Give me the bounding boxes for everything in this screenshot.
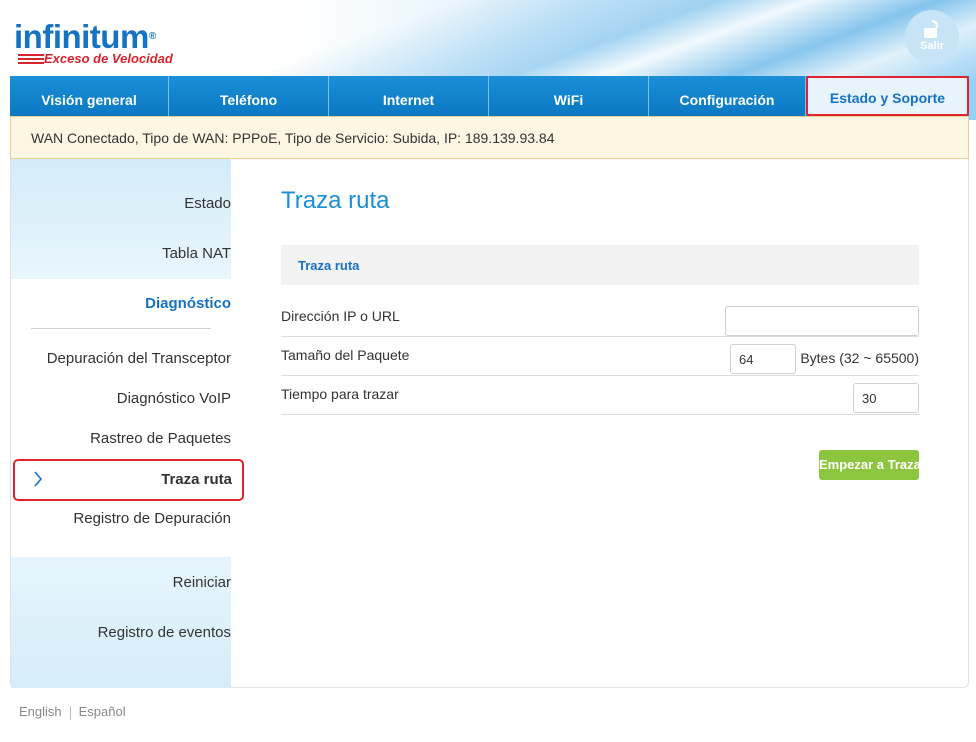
- ip-url-input[interactable]: [725, 306, 919, 336]
- tab-vision-general[interactable]: Visión general: [10, 76, 169, 116]
- wan-status-text: WAN Conectado, Tipo de WAN: PPPoE, Tipo …: [31, 130, 555, 146]
- chevron-right-icon: [34, 471, 43, 487]
- sidebar-item-label: Registro de eventos: [97, 624, 231, 641]
- brand-logo: infinitum® Exceso de Velocidad: [14, 18, 173, 67]
- packet-size-row: Tamaño del Paquete Bytes (32 ~ 65500): [281, 337, 919, 376]
- trace-time-row: Tiempo para trazar: [281, 376, 919, 415]
- sidebar-item-label: Tabla NAT: [162, 245, 231, 262]
- sidebar-item-depuracion-transceptor[interactable]: Depuración del Transceptor: [11, 350, 231, 367]
- logout-button[interactable]: Salir: [905, 10, 959, 64]
- sidebar-item-label: Traza ruta: [161, 471, 232, 488]
- language-switcher: English Español: [19, 704, 126, 720]
- sidebar-item-label: Depuración del Transceptor: [46, 350, 231, 367]
- sidebar-item-tabla-nat[interactable]: Tabla NAT: [11, 245, 231, 262]
- sidebar-item-registro-eventos[interactable]: Registro de eventos: [11, 624, 231, 641]
- trace-time-label: Tiempo para trazar: [281, 386, 399, 402]
- wan-status-bar: WAN Conectado, Tipo de WAN: PPPoE, Tipo …: [10, 116, 969, 159]
- sidebar-item-diagnostico-voip[interactable]: Diagnóstico VoIP: [11, 390, 231, 407]
- sidebar-item-registro-depuracion[interactable]: Registro de Depuración: [11, 510, 231, 527]
- tab-estado-soporte[interactable]: Estado y Soporte: [806, 76, 969, 116]
- brand-tagline: Exceso de Velocidad: [44, 51, 173, 66]
- sidebar-item-label: Registro de Depuración: [73, 510, 231, 527]
- sidebar: Estado Tabla NAT Diagnóstico Depuración …: [11, 159, 244, 688]
- sidebar-item-reiniciar[interactable]: Reiniciar: [11, 574, 231, 591]
- speed-lines-icon: [18, 54, 44, 64]
- tab-wifi[interactable]: WiFi: [489, 76, 649, 116]
- lang-divider: [69, 705, 71, 720]
- sidebar-item-label: Diagnóstico VoIP: [116, 390, 231, 407]
- brand-name: infinitum: [14, 18, 149, 55]
- logout-label: Salir: [920, 40, 944, 52]
- brand-reg-mark: ®: [148, 31, 156, 42]
- lang-espanol-link[interactable]: Español: [79, 704, 126, 719]
- trace-time-input[interactable]: [853, 383, 919, 413]
- sidebar-item-traza-ruta[interactable]: Traza ruta: [13, 459, 244, 501]
- sidebar-divider: [31, 328, 211, 329]
- start-trace-button[interactable]: Empezar a Traza: [819, 450, 919, 480]
- main-nav: Visión general Teléfono Internet WiFi Co…: [10, 76, 969, 116]
- sidebar-item-estado[interactable]: Estado: [11, 195, 231, 212]
- packet-size-label: Tamaño del Paquete: [281, 347, 410, 363]
- content-area: Traza ruta Traza ruta Dirección IP o URL…: [281, 159, 921, 688]
- packet-size-unit: Bytes (32 ~ 65500): [800, 350, 919, 366]
- packet-size-input[interactable]: [730, 344, 796, 374]
- sidebar-item-rastreo-paquetes[interactable]: Rastreo de Paquetes: [11, 430, 231, 447]
- sidebar-item-label: Rastreo de Paquetes: [90, 430, 231, 447]
- section-header: Traza ruta: [281, 245, 919, 285]
- sidebar-item-label: Estado: [184, 195, 231, 212]
- lang-english-link[interactable]: English: [19, 704, 62, 719]
- tab-internet[interactable]: Internet: [329, 76, 489, 116]
- tab-telefono[interactable]: Teléfono: [169, 76, 329, 116]
- sidebar-item-label: Diagnóstico: [145, 295, 231, 312]
- sidebar-item-label: Reiniciar: [172, 574, 231, 591]
- main-panel: Estado Tabla NAT Diagnóstico Depuración …: [10, 159, 969, 688]
- tab-configuracion[interactable]: Configuración: [649, 76, 806, 116]
- ip-url-label: Dirección IP o URL: [281, 308, 400, 324]
- unlock-icon: [924, 19, 939, 38]
- ip-url-row: Dirección IP o URL: [281, 298, 919, 337]
- sidebar-item-diagnostico[interactable]: Diagnóstico: [11, 295, 231, 312]
- page-title: Traza ruta: [281, 187, 390, 214]
